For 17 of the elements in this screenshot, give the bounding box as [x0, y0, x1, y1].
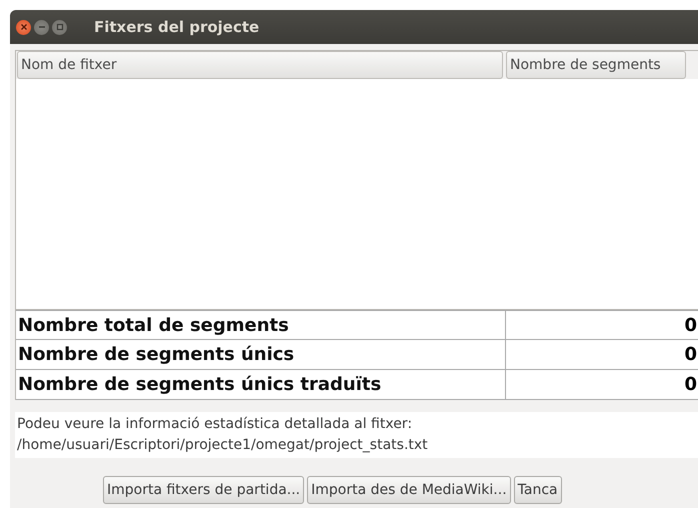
info-text: /home/usuari/Escriptori/projecte1/omegat/project_stats.txt — [17, 436, 429, 455]
column-header[interactable]: Nombre de segments — [506, 51, 686, 79]
maximize-icon[interactable] — [52, 20, 67, 34]
column-header[interactable]: Nom de fitxer — [17, 51, 503, 79]
info-text: Podeu veure la informació estadística detallada al fitxer: — [17, 415, 414, 434]
dialog-button[interactable]: Importa des de MediaWiki... — [307, 476, 511, 504]
stat-value: 0 — [683, 373, 698, 397]
stat-value: 0 — [683, 314, 698, 338]
stat-value: 0 — [683, 343, 698, 367]
dialog-button[interactable]: Tanca — [514, 476, 562, 504]
stat-label: Nombre total de segments — [16, 311, 506, 339]
stat-label: Nombre de segments únics — [16, 340, 506, 369]
window-title: Fitxers del projecte — [94, 18, 260, 36]
stat-label: Nombre de segments únics traduïts — [16, 370, 506, 399]
dialog-button[interactable]: Importa fitxers de partida... — [103, 476, 304, 504]
close-icon[interactable] — [16, 20, 31, 34]
minimize-icon[interactable] — [34, 20, 49, 34]
